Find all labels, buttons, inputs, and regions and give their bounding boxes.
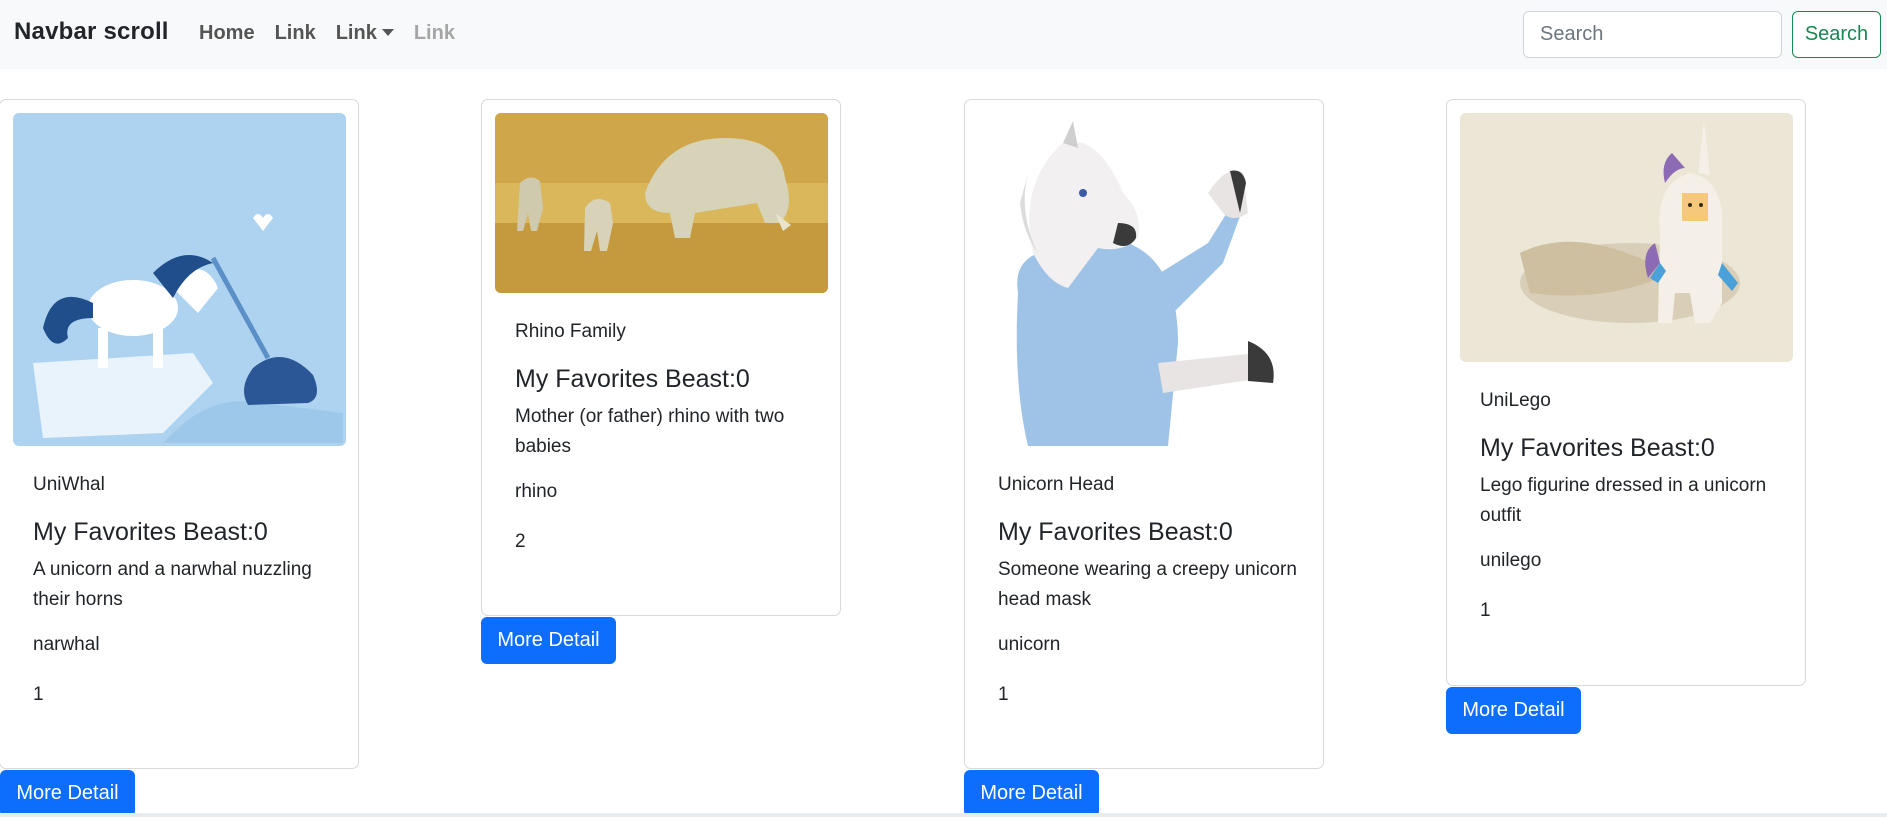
search-button[interactable]: Search bbox=[1792, 11, 1881, 58]
card-keyword: unilego bbox=[1480, 550, 1542, 571]
card-keyword: rhino bbox=[515, 481, 558, 502]
unicorn-mask-photo-icon bbox=[978, 113, 1311, 446]
card-body: Unicorn Head My Favorites Beast:0 Someon… bbox=[998, 473, 1298, 707]
card-heading: My Favorites Beast:0 bbox=[998, 518, 1233, 546]
card-description: Someone wearing a creepy unicorn head ma… bbox=[998, 559, 1297, 610]
card-body: UniLego My Favorites Beast:0 Lego figuri… bbox=[1480, 389, 1780, 623]
more-detail-button[interactable]: More Detail bbox=[481, 617, 616, 664]
caret-down-icon bbox=[381, 29, 394, 36]
card-heading: My Favorites Beast:0 bbox=[1480, 434, 1715, 462]
card-heading: My Favorites Beast:0 bbox=[33, 518, 268, 546]
card-description: Lego figurine dressed in a unicorn outfi… bbox=[1480, 475, 1767, 526]
card-horns: 1 bbox=[33, 684, 44, 705]
horizontal-scrollbar[interactable] bbox=[0, 813, 1887, 817]
unicorn-narwhal-illustration-icon bbox=[13, 113, 346, 446]
beast-card: Unicorn Head My Favorites Beast:0 Someon… bbox=[964, 99, 1324, 769]
card-description: Mother (or father) rhino with two babies bbox=[515, 406, 785, 457]
card-keyword: unicorn bbox=[998, 634, 1061, 655]
card-horns: 1 bbox=[1480, 600, 1491, 621]
card-title: UniWhal bbox=[33, 474, 105, 495]
lego-unicorn-image bbox=[1460, 113, 1793, 362]
card-title: UniLego bbox=[1480, 390, 1551, 411]
nav-link-1[interactable]: Link bbox=[275, 22, 316, 45]
unicorn-narwhal-image bbox=[13, 113, 346, 446]
card-heading: My Favorites Beast:0 bbox=[515, 365, 750, 393]
more-detail-button[interactable]: More Detail bbox=[0, 770, 135, 817]
more-detail-button[interactable]: More Detail bbox=[1446, 687, 1581, 734]
card-title: Unicorn Head bbox=[998, 474, 1115, 495]
card-body: UniWhal My Favorites Beast:0 A unicorn a… bbox=[33, 473, 333, 707]
beast-card: UniWhal My Favorites Beast:0 A unicorn a… bbox=[0, 99, 359, 769]
rhino-family-photo-icon bbox=[495, 113, 828, 293]
card-horns: 1 bbox=[998, 684, 1009, 705]
nav-link-home[interactable]: Home bbox=[199, 22, 255, 45]
card-horns: 2 bbox=[515, 531, 526, 552]
card-description: A unicorn and a narwhal nuzzling their h… bbox=[33, 559, 312, 610]
lego-unicorn-photo-icon bbox=[1460, 113, 1793, 362]
more-detail-button[interactable]: More Detail bbox=[964, 770, 1099, 817]
card-title: Rhino Family bbox=[515, 321, 626, 342]
beast-card: Rhino Family My Favorites Beast:0 Mother… bbox=[481, 99, 841, 616]
nav-link-disabled: Link bbox=[413, 22, 455, 44]
rhino-family-image bbox=[495, 113, 828, 293]
navbar-brand[interactable]: Navbar scroll bbox=[14, 18, 169, 46]
beast-card: UniLego My Favorites Beast:0 Lego figuri… bbox=[1446, 99, 1806, 686]
unicorn-mask-image bbox=[978, 113, 1311, 446]
card-keyword: narwhal bbox=[33, 634, 100, 655]
nav-links: Home Link Link Link bbox=[199, 22, 475, 45]
nav-dropdown[interactable]: Link bbox=[336, 22, 394, 45]
card-body: Rhino Family My Favorites Beast:0 Mother… bbox=[515, 320, 815, 554]
search-input[interactable] bbox=[1523, 11, 1782, 58]
nav-dropdown-label: Link bbox=[335, 22, 377, 44]
navbar: Navbar scroll Home Link Link Link Search bbox=[0, 0, 1887, 69]
